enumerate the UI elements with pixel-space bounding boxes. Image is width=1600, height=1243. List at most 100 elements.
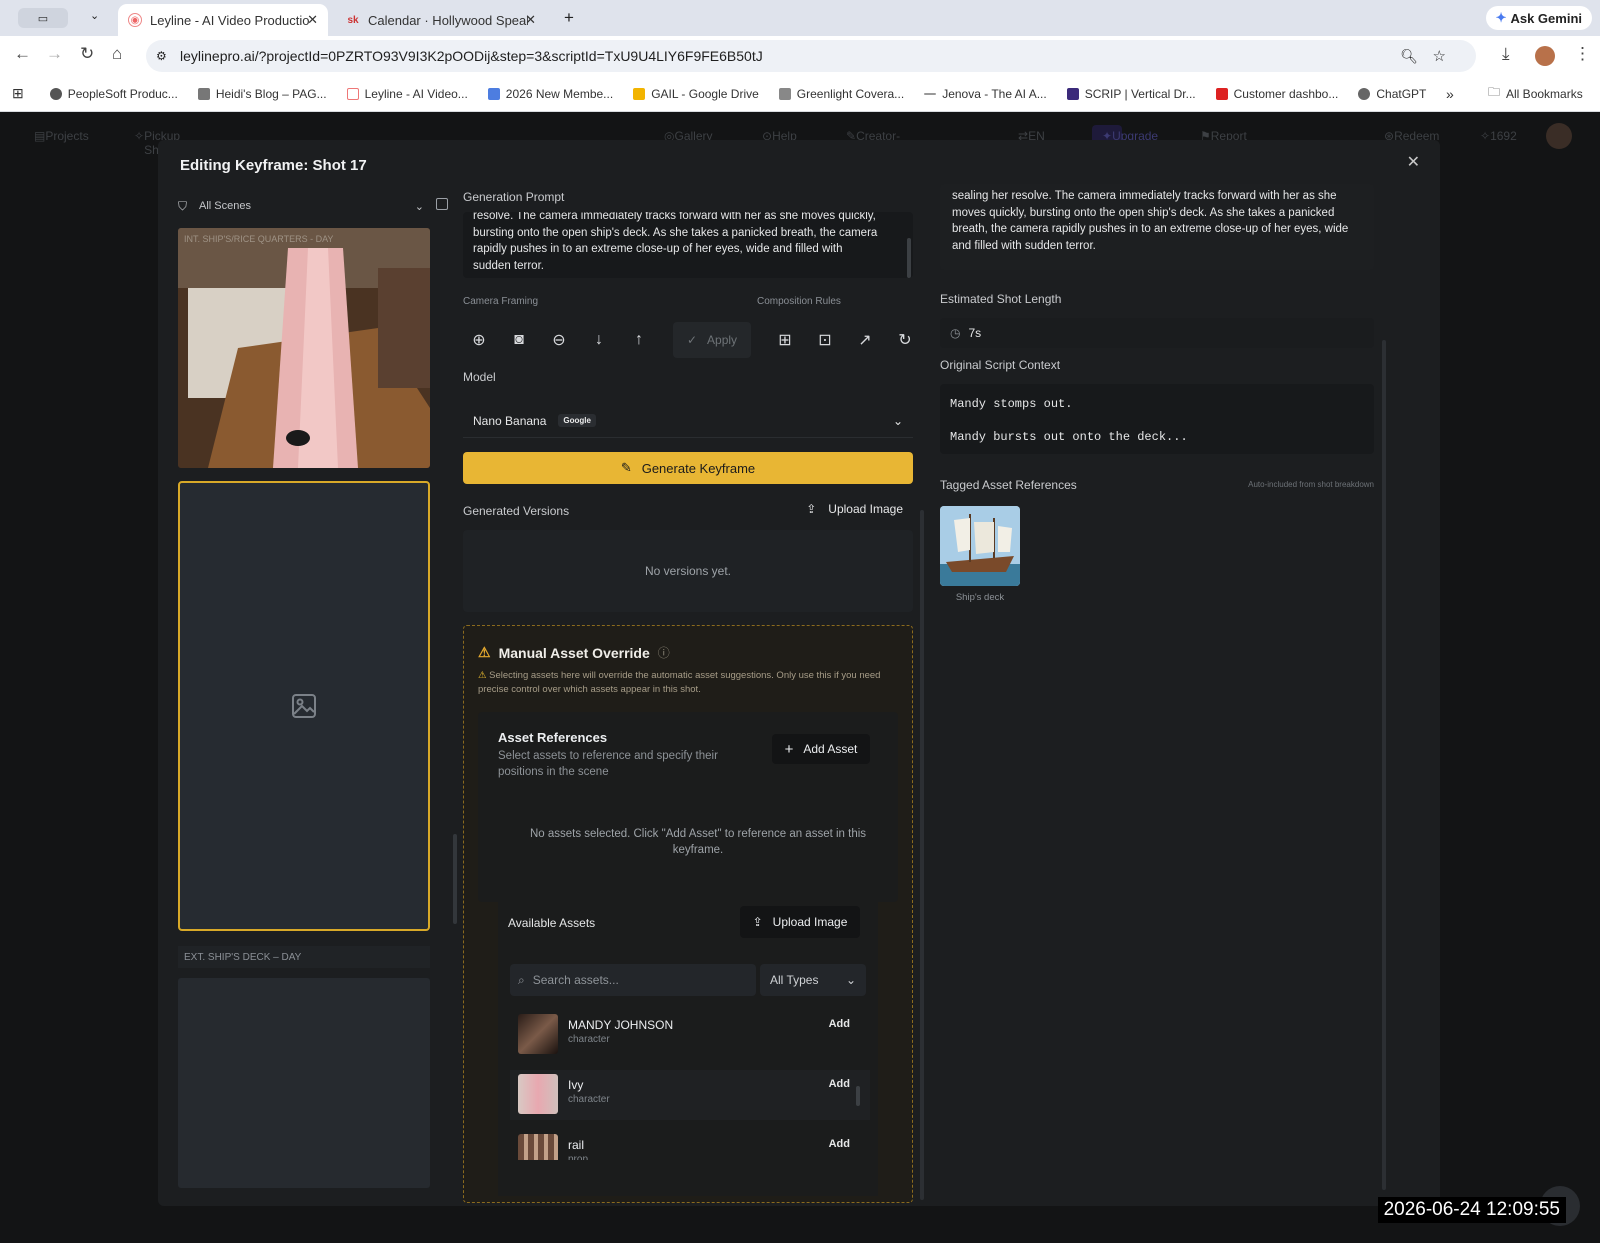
tab-list-icon[interactable]: ⌄: [90, 9, 99, 22]
generate-keyframe-button[interactable]: ✎ Generate Keyframe: [463, 452, 913, 484]
asset-thumbnail: [518, 1074, 558, 1114]
close-tab-icon[interactable]: ✕: [307, 12, 318, 28]
prompt-scrollbar[interactable]: [907, 238, 911, 278]
asset-type-select[interactable]: All Types ⌄: [760, 964, 866, 996]
zoom-icon[interactable]: 🔍︎: [1400, 48, 1418, 65]
model-select[interactable]: Nano Banana Google ⌄: [463, 404, 913, 438]
modal-title: Editing Keyframe: Shot 17: [180, 157, 367, 174]
add-asset-button[interactable]: Add: [829, 1018, 850, 1030]
menu-icon[interactable]: ⋮: [1574, 44, 1591, 64]
shot-thumbnail-quarters[interactable]: INT. SHIP'S/RICE QUARTERS - DAY: [178, 228, 430, 468]
search-icon: ⌕: [518, 972, 525, 987]
asset-row[interactable]: rail prop Add: [510, 1130, 870, 1160]
tab-calendar[interactable]: sk Calendar · Hollywood Speake ✕: [336, 4, 546, 36]
bookmark-star-icon[interactable]: ☆: [1433, 47, 1446, 65]
bookmark-item[interactable]: PeopleSoft Produc...: [49, 87, 178, 101]
chevron-down-icon: ⌄: [414, 200, 424, 213]
search-assets-input[interactable]: ⌕ Search assets...: [510, 964, 756, 996]
filter-icon: ⛉: [178, 198, 188, 213]
forward-icon[interactable]: →: [46, 44, 63, 64]
upload-icon: ⇪: [752, 915, 763, 929]
ask-gemini-button[interactable]: ✦ Ask Gemini: [1485, 6, 1592, 30]
zoom-out-icon[interactable]: ⊖: [539, 322, 579, 358]
bookmark-item[interactable]: ChatGPT: [1358, 87, 1426, 101]
calendar-favicon-icon: sk: [347, 14, 359, 26]
selected-shot-placeholder[interactable]: [178, 481, 430, 931]
tagged-asset-label: Ship's deck: [955, 592, 1005, 603]
tilt-down-icon[interactable]: ↓: [579, 322, 619, 358]
no-assets-message: No assets selected. Click "Add Asset" to…: [529, 828, 867, 856]
home-icon[interactable]: ⌂: [112, 44, 122, 64]
bookmark-item[interactable]: Customer dashbo...: [1215, 87, 1338, 101]
asset-references-subtitle: Select assets to reference and specify t…: [498, 750, 718, 778]
all-bookmarks-button[interactable]: 🗀 All Bookmarks: [1488, 83, 1583, 104]
asset-thumbnail: [518, 1014, 558, 1054]
tagged-asset-ships-deck[interactable]: [940, 506, 1020, 586]
upload-image-button[interactable]: ⇪ Upload Image: [740, 906, 860, 938]
manual-asset-override: ⚠ Manual Asset Override ⓘ ⚠ Selecting as…: [463, 625, 913, 1203]
camera-framing-label: Camera Framing: [463, 296, 539, 307]
tilt-up-icon[interactable]: ↑: [619, 322, 659, 358]
asset-references-section: Asset References Select assets to refere…: [478, 712, 898, 902]
zoom-in-icon[interactable]: ⊕: [459, 322, 499, 358]
new-tab-icon[interactable]: +: [564, 8, 574, 28]
center-scrollbar[interactable]: [920, 510, 924, 1200]
tagged-assets-label: Tagged Asset References: [940, 478, 1077, 492]
asset-row[interactable]: MANDY JOHNSON character Add: [510, 1010, 870, 1060]
download-icon[interactable]: ⤓: [1502, 44, 1510, 64]
apps-grid-icon[interactable]: ⊞: [12, 85, 24, 102]
assets-scrollbar[interactable]: [856, 1086, 860, 1106]
asset-row[interactable]: Ivy character Add: [510, 1070, 870, 1120]
warning-icon: ⚠: [478, 644, 491, 660]
camera-icon[interactable]: ◙: [499, 322, 539, 358]
add-asset-button[interactable]: + Add Asset: [772, 734, 870, 764]
bookmarks-bar: ⊞ PeopleSoft Produc... Heidi's Blog – PA…: [0, 76, 1600, 112]
site-info-icon[interactable]: ⚙: [156, 49, 167, 63]
tab-search-button[interactable]: ▭: [18, 8, 68, 28]
left-scrollbar[interactable]: [453, 834, 457, 924]
center-frame-icon[interactable]: ⊡: [805, 322, 845, 358]
close-tab-icon[interactable]: ✕: [525, 12, 536, 28]
close-icon[interactable]: ✕: [1407, 152, 1420, 172]
app-area: ▤ Projects ✧ Pickup Shots ◎ Gallery ⊙ He…: [0, 112, 1600, 1243]
projects-link[interactable]: ▤ Projects: [34, 129, 89, 143]
user-avatar[interactable]: [1546, 123, 1572, 149]
bookmark-item[interactable]: Jenova - The AI A...: [924, 87, 1047, 101]
apply-button[interactable]: ✓ Apply: [673, 322, 751, 358]
bookmark-item[interactable]: 2026 New Membe...: [487, 87, 613, 101]
available-assets-label: Available Assets: [508, 916, 596, 930]
add-asset-button[interactable]: Add: [829, 1138, 850, 1150]
bookmark-item[interactable]: Leyline - AI Video...: [346, 87, 468, 101]
asset-references-title: Asset References: [498, 730, 608, 745]
bookmark-item[interactable]: SCRIP | Vertical Dr...: [1066, 87, 1196, 101]
upload-image-button[interactable]: ⇪ Upload Image: [806, 502, 903, 516]
bookmark-item[interactable]: Heidi's Blog – PAG...: [197, 87, 327, 101]
url-input[interactable]: ⚙ leylinepro.ai/?projectId=0PZRTO93V9I3K…: [146, 40, 1476, 72]
grid-icon[interactable]: ⊞: [765, 322, 805, 358]
help-icon[interactable]: ⓘ: [658, 644, 670, 661]
refresh-icon[interactable]: ↻: [885, 322, 925, 358]
provider-badge: Google: [558, 414, 596, 427]
generation-prompt-textarea[interactable]: resolve. The camera immediately tracks f…: [463, 212, 913, 278]
pickup-shots-link[interactable]: ✧ Pickup Shots: [134, 129, 180, 157]
profile-avatar[interactable]: [1535, 46, 1555, 66]
scene-filter[interactable]: ⛉ All Scenes ⌄: [178, 194, 430, 218]
trend-icon[interactable]: ↗: [845, 322, 885, 358]
add-asset-button[interactable]: Add: [829, 1078, 850, 1090]
bookmark-item[interactable]: Greenlight Covera...: [778, 87, 904, 101]
auto-included-note: Auto-included from shot breakdown: [1248, 480, 1374, 489]
address-bar-row: ← → ↻ ⌂ ⚙ leylinepro.ai/?projectId=0PZRT…: [0, 36, 1600, 76]
credits-count: ✧ 1692: [1480, 129, 1517, 143]
tab-leyline[interactable]: ◉ Leyline - AI Video Production ✕: [118, 4, 328, 36]
override-title: ⚠ Manual Asset Override ⓘ: [478, 644, 670, 661]
reload-icon[interactable]: ↻: [80, 44, 94, 64]
collapse-panel-icon[interactable]: [436, 198, 448, 210]
bookmark-item[interactable]: GAIL - Google Drive: [633, 87, 759, 101]
right-scrollbar[interactable]: [1382, 340, 1386, 1190]
bedroom-scene-image: [178, 228, 430, 468]
more-bookmarks-icon[interactable]: »: [1446, 86, 1454, 102]
back-icon[interactable]: ←: [14, 44, 31, 64]
ship-image: [940, 506, 1020, 586]
shot-thumbnail-empty[interactable]: [178, 978, 430, 1188]
script-context-text: Mandy stomps out. Mandy bursts out onto …: [940, 384, 1374, 454]
